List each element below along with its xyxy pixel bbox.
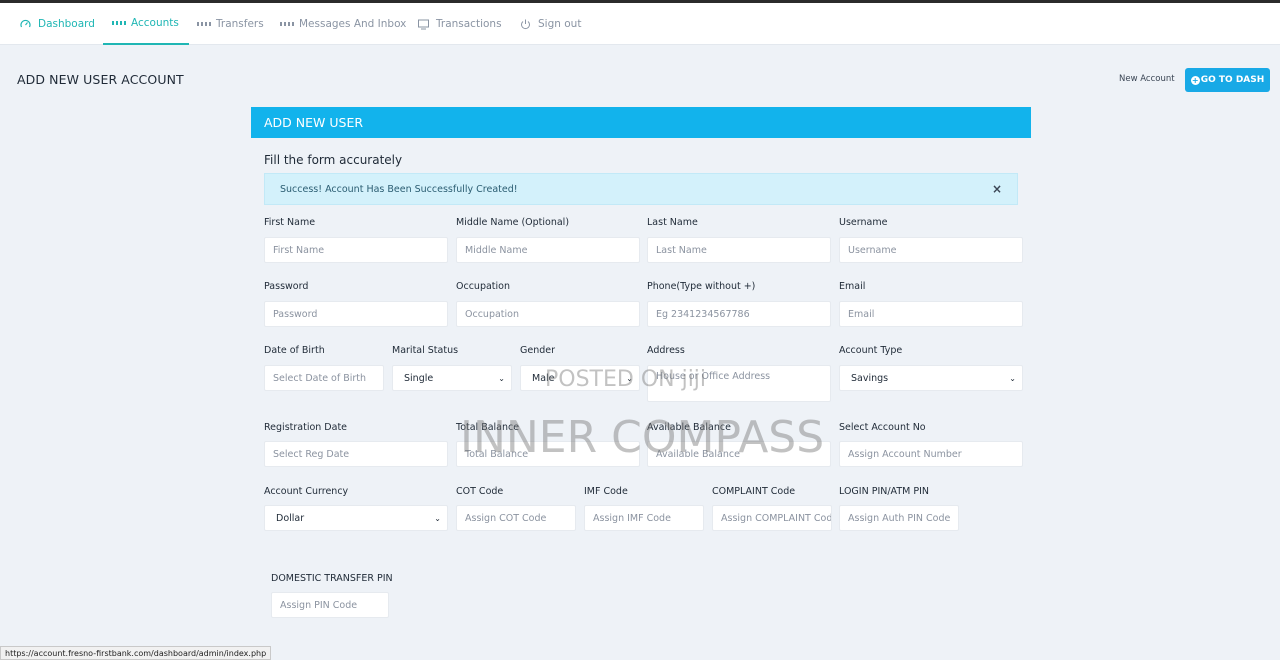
nav-transfers[interactable]: Transfers [196,3,264,45]
status-url: https://account.fresno-firstbank.com/das… [0,646,272,660]
alert-message: Success! Account Has Been Successfully C… [280,183,518,195]
cot-label: COT Code [456,486,504,497]
gender-value: Male [532,372,555,384]
currency-select[interactable]: Dollar ⌄ [264,505,448,531]
chevron-down-icon: ⌄ [434,513,441,523]
account-no-input[interactable]: Assign Account Number [839,441,1023,467]
nav-label: Sign out [538,18,582,30]
card-header: ADD NEW USER [251,107,1031,138]
account-no-label: Select Account No [839,422,926,433]
plus-circle-icon: + [1190,75,1200,85]
grid-icon [279,19,294,30]
available-balance-input[interactable]: Available Balance [647,441,831,467]
nav-label: Transfers [216,18,264,30]
phone-input[interactable]: Eg 2341234567786 [647,301,831,327]
last-name-label: Last Name [647,217,698,228]
go-to-dash-button[interactable]: + GO TO DASH [1185,68,1270,92]
nav-messages[interactable]: Messages And Inbox [279,3,407,45]
reg-date-label: Registration Date [264,422,348,433]
power-icon [520,19,531,30]
nav-accounts[interactable]: Accounts [103,3,189,45]
go-to-dash-label: GO TO DASH [1200,75,1265,85]
close-icon[interactable]: × [992,182,1002,196]
complaint-input[interactable]: Assign COMPLAINT Code [712,505,832,531]
grid-icon [111,18,126,29]
password-input[interactable]: Password [264,301,448,327]
total-balance-input[interactable]: Total Balance [456,441,640,467]
password-label: Password [264,281,309,292]
address-label: Address [647,345,685,356]
phone-label: Phone(Type without +) [647,281,756,292]
account-type-value: Savings [851,372,889,384]
occupation-input[interactable]: Occupation [456,301,640,327]
complaint-label: COMPLAINT Code [712,486,796,497]
email-label: Email [839,281,866,292]
gender-label: Gender [520,345,556,356]
success-alert: Success! Account Has Been Successfully C… [264,173,1018,205]
account-type-label: Account Type [839,345,903,356]
domestic-pin-label: DOMESTIC TRANSFER PIN [271,573,393,584]
marital-value: Single [404,372,434,384]
nav-transactions[interactable]: Transactions [418,3,502,45]
breadcrumb[interactable]: New Account [1119,74,1175,84]
marital-label: Marital Status [392,345,459,356]
chevron-down-icon: ⌄ [626,373,633,383]
middle-name-input[interactable]: Middle Name [456,237,640,263]
gauge-icon [20,19,31,30]
login-pin-input[interactable]: Assign Auth PIN Code [839,505,959,531]
first-name-input[interactable]: First Name [264,237,448,263]
gender-select[interactable]: Male ⌄ [520,365,640,391]
nav-dashboard[interactable]: Dashboard [20,3,95,45]
email-input[interactable]: Email [839,301,1023,327]
cot-input[interactable]: Assign COT Code [456,505,576,531]
nav-label: Transactions [436,18,502,30]
address-textarea[interactable]: House or Office Address [647,365,831,402]
login-pin-label: LOGIN PIN/ATM PIN [839,486,929,497]
nav-label: Accounts [131,17,179,29]
chevron-down-icon: ⌄ [498,373,505,383]
total-balance-label: Total Balance [456,422,520,433]
nav-label: Dashboard [38,18,95,30]
imf-label: IMF Code [584,486,628,497]
reg-date-input[interactable]: Select Reg Date [264,441,448,467]
grid-icon [196,19,211,30]
page-title: ADD NEW USER ACCOUNT [17,72,184,87]
dob-input[interactable]: Select Date of Birth [264,365,384,391]
last-name-input[interactable]: Last Name [647,237,831,263]
first-name-label: First Name [264,217,316,228]
monitor-icon [418,19,429,30]
nav-label: Messages And Inbox [299,18,407,30]
middle-name-label: Middle Name (Optional) [456,217,570,228]
domestic-pin-input[interactable]: Assign PIN Code [271,592,389,618]
nav-signout[interactable]: Sign out [520,3,581,45]
account-type-select[interactable]: Savings ⌄ [839,365,1023,391]
chevron-down-icon: ⌄ [1009,373,1016,383]
form-subtitle: Fill the form accurately [264,153,403,167]
top-nav: Dashboard Accounts Transfers Messages An… [0,3,1280,45]
username-label: Username [839,217,888,228]
occupation-label: Occupation [456,281,510,292]
available-balance-label: Available Balance [647,422,731,433]
marital-select[interactable]: Single ⌄ [392,365,512,391]
imf-input[interactable]: Assign IMF Code [584,505,704,531]
dob-label: Date of Birth [264,345,325,356]
currency-label: Account Currency [264,486,349,497]
username-input[interactable]: Username [839,237,1023,263]
currency-value: Dollar [276,512,305,524]
